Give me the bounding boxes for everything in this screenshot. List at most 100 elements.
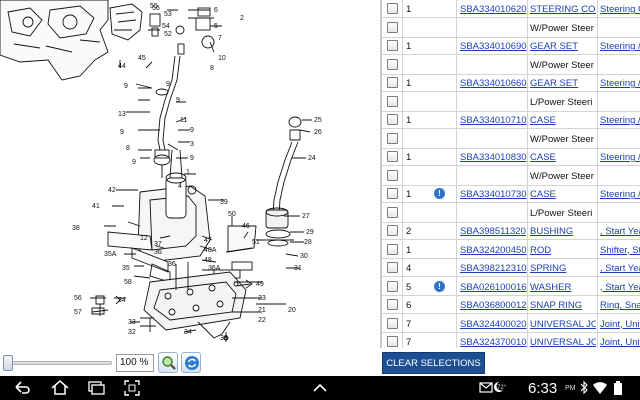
- clock-ampm: PM: [565, 385, 576, 392]
- part-remark-link[interactable]: Steering Col: [600, 4, 640, 15]
- part-description-link[interactable]: GEAR SET: [530, 78, 596, 89]
- table-subrow[interactable]: W/Power Steer: [382, 130, 640, 149]
- row-checkbox[interactable]: [387, 114, 398, 125]
- svg-text:9: 9: [190, 127, 194, 134]
- row-checkbox[interactable]: [387, 58, 398, 70]
- table-row[interactable]: 1 SBA324200450ROD Shifter, Steering: [382, 241, 640, 259]
- part-description-link[interactable]: CASE: [530, 152, 596, 163]
- part-remark-link[interactable]: Steering / Gear: [600, 78, 640, 89]
- row-checkbox[interactable]: [387, 336, 398, 347]
- table-row[interactable]: 5! SBA026100016WASHER , Start Year: [382, 278, 640, 296]
- part-number-link[interactable]: SBA324400020: [460, 319, 527, 330]
- part-remark-link[interactable]: Steering / Case: [600, 152, 640, 163]
- table-row[interactable]: 1 SBA334010710CASE Steering / Case: [382, 111, 640, 129]
- svg-text:2: 2: [240, 15, 244, 22]
- part-description-link[interactable]: STEERING COL: [530, 4, 596, 15]
- row-checkbox[interactable]: [387, 77, 398, 88]
- part-number-link[interactable]: SBA026100016: [460, 282, 527, 293]
- part-number-link[interactable]: SBA398212310: [460, 263, 527, 274]
- row-checkbox[interactable]: [387, 132, 398, 144]
- part-remark-link[interactable]: Steering / Case: [600, 189, 640, 200]
- svg-text:55: 55: [150, 3, 158, 10]
- info-icon[interactable]: !: [434, 188, 445, 199]
- row-checkbox[interactable]: [387, 188, 398, 199]
- table-row[interactable]: 1 SBA334010830CASE Steering / Case: [382, 148, 640, 166]
- table-row[interactable]: 7 SBA324370010UNIVERSAL JO Joint, Universa…: [382, 333, 640, 348]
- zoom-slider[interactable]: [8, 361, 112, 365]
- part-number-link[interactable]: SBA324370010: [460, 337, 527, 348]
- part-number-link[interactable]: SBA334010710: [460, 115, 527, 126]
- part-remark-link[interactable]: Joint, Universal: [600, 337, 640, 348]
- table-row[interactable]: 1 SBA334010690GEAR SET Steering / Gear: [382, 37, 640, 55]
- temperature-readout: 72°: [497, 385, 507, 391]
- part-number-link[interactable]: SBA334010730: [460, 189, 527, 200]
- row-checkbox[interactable]: [387, 243, 398, 255]
- table-row[interactable]: 1! SBA334010730CASE Steering / Case: [382, 185, 640, 203]
- screenshot-button[interactable]: [120, 376, 144, 400]
- part-description-link[interactable]: UNIVERSAL JO: [530, 319, 596, 330]
- part-remark-link[interactable]: Shifter, Steering: [600, 245, 640, 256]
- row-qty: 7: [406, 337, 412, 348]
- part-description-link[interactable]: UNIVERSAL JO: [530, 337, 596, 348]
- part-remark-link[interactable]: , Start Year: [600, 226, 640, 237]
- row-checkbox[interactable]: [387, 280, 398, 292]
- zoom-level-field[interactable]: 100 %: [116, 354, 154, 372]
- part-description-link[interactable]: CASE: [530, 115, 596, 126]
- part-description-link[interactable]: CASE: [530, 189, 596, 200]
- row-checkbox[interactable]: [387, 169, 398, 181]
- part-number-link[interactable]: SBA334010660: [460, 78, 527, 89]
- table-row[interactable]: 6 SBA036800012SNAP RING Ring, Snap: [382, 296, 640, 314]
- back-button[interactable]: [12, 376, 32, 400]
- table-row[interactable]: 2 SBA398511320BUSHING , Start Year: [382, 222, 640, 240]
- zoom-slider-thumb[interactable]: [3, 355, 13, 371]
- row-checkbox[interactable]: [387, 151, 398, 162]
- info-icon[interactable]: !: [434, 280, 445, 292]
- refresh-button[interactable]: [181, 352, 201, 373]
- part-number-link[interactable]: SBA324200450: [460, 245, 527, 256]
- row-checkbox[interactable]: [387, 40, 398, 51]
- svg-text:53: 53: [164, 11, 172, 18]
- part-remark-link[interactable]: , Start Year: [600, 282, 640, 293]
- home-icon: [51, 380, 69, 395]
- table-subrow[interactable]: W/Power Steer: [382, 167, 640, 186]
- row-checkbox[interactable]: [387, 21, 398, 33]
- part-remark-link[interactable]: , Start Year: [600, 263, 640, 274]
- table-row[interactable]: 4 SBA398212310SPRING , Start Year: [382, 259, 640, 277]
- parts-diagram[interactable]: 56 53 6 2 55 54 52 5 44 45 7 8 10 9 9 9 …: [0, 0, 378, 348]
- row-checkbox[interactable]: [387, 299, 398, 310]
- row-checkbox[interactable]: [387, 3, 398, 14]
- part-remark-link[interactable]: Ring, Snap: [600, 300, 640, 311]
- part-description-link[interactable]: SPRING: [530, 263, 596, 274]
- part-remark-link[interactable]: Joint, Universal: [600, 319, 640, 330]
- part-number-link[interactable]: SBA334010830: [460, 152, 527, 163]
- part-number-link[interactable]: SBA334010690: [460, 41, 527, 52]
- part-description-link[interactable]: GEAR SET: [530, 41, 596, 52]
- row-checkbox[interactable]: [387, 262, 398, 273]
- table-subrow[interactable]: W/Power Steer: [382, 56, 640, 75]
- part-description-link[interactable]: WASHER: [530, 282, 596, 293]
- part-description-link[interactable]: SNAP RING: [530, 300, 596, 311]
- recent-apps-button[interactable]: [84, 376, 108, 400]
- part-number-link[interactable]: SBA036800012: [460, 300, 527, 311]
- table-row[interactable]: 7 SBA324400020UNIVERSAL JO Joint, Universa…: [382, 315, 640, 333]
- table-subrow[interactable]: L/Power Steeri: [382, 93, 640, 112]
- part-number-link[interactable]: SBA398511320: [460, 226, 527, 237]
- part-remark-link[interactable]: Steering / Case: [600, 115, 640, 126]
- row-checkbox[interactable]: [387, 95, 398, 107]
- row-checkbox[interactable]: [387, 206, 398, 218]
- row-qty: 1: [406, 4, 412, 15]
- part-description-link[interactable]: ROD: [530, 245, 596, 256]
- table-row[interactable]: 1 SBA334010660GEAR SET Steering / Gear: [382, 74, 640, 92]
- row-checkbox[interactable]: [387, 225, 398, 236]
- row-checkbox[interactable]: [387, 317, 398, 329]
- home-button[interactable]: [48, 376, 72, 400]
- table-subrow[interactable]: L/Power Steeri: [382, 204, 640, 223]
- table-row[interactable]: 1 SBA334010620STEERING COL Steering Col: [382, 0, 640, 18]
- part-remark-link[interactable]: Steering / Gear: [600, 41, 640, 52]
- zoom-button[interactable]: [158, 352, 178, 373]
- part-description-link[interactable]: BUSHING: [530, 226, 596, 237]
- expand-up-button[interactable]: [310, 376, 330, 400]
- clear-selections-button[interactable]: CLEAR SELECTIONS: [382, 352, 485, 374]
- table-subrow[interactable]: W/Power Steer: [382, 19, 640, 38]
- part-number-link[interactable]: SBA334010620: [460, 4, 527, 15]
